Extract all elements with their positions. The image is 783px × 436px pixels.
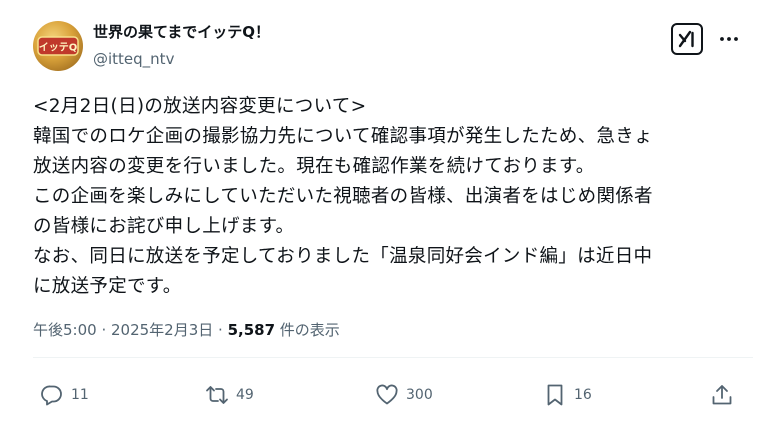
reply-count: 11	[71, 387, 89, 403]
heart-icon	[376, 384, 398, 405]
bookmark-count: 16	[574, 387, 592, 403]
post-time[interactable]: 午後5:00	[33, 321, 97, 339]
post-line: <2月2日(日)の放送内容変更について>	[33, 96, 367, 117]
grok-icon	[678, 30, 694, 48]
views-count[interactable]: 5,587	[228, 321, 275, 339]
reply-button[interactable]: 11	[40, 382, 89, 408]
retweet-icon	[206, 386, 228, 404]
reply-icon	[41, 385, 62, 406]
post-text: <2月2日(日)の放送内容変更について> 韓国でのロケ企画の撮影協力先について確…	[33, 92, 753, 302]
avatar[interactable]: イッテQ	[33, 21, 83, 71]
post-line: の皆様にお詫び申し上げます。	[33, 216, 295, 237]
like-button[interactable]: 300	[375, 382, 433, 408]
more-button[interactable]	[716, 27, 742, 51]
share-icon	[712, 385, 732, 405]
meta-separator: ·	[213, 321, 228, 339]
retweet-button[interactable]: 49	[205, 382, 254, 408]
post-line: 放送内容の変更を行いました。現在も確認作業を続けております。	[33, 156, 595, 177]
avatar-logo-text: イッテQ	[39, 42, 78, 54]
post-date[interactable]: 2025年2月3日	[111, 321, 213, 339]
views-label: 件の表示	[275, 321, 340, 339]
more-icon	[720, 37, 738, 41]
avatar-logo: イッテQ	[37, 36, 79, 56]
grok-button[interactable]	[671, 23, 703, 55]
post-line: 韓国でのロケ企画の撮影協力先について確認事項が発生したため、急きょ	[33, 126, 653, 147]
bookmark-icon	[547, 384, 563, 406]
post-line: なお、同日に放送を予定しておりました「温泉同好会インド編」は近日中	[33, 246, 653, 267]
post-line: この企画を楽しみにしていただいた視聴者の皆様、出演者をはじめ関係者	[33, 186, 653, 207]
divider	[33, 357, 753, 358]
display-name[interactable]: 世界の果てまでイッテQ！	[93, 22, 270, 42]
post-line: に放送予定です。	[33, 276, 182, 297]
bookmark-button[interactable]: 16	[543, 382, 592, 408]
retweet-count: 49	[236, 387, 254, 403]
like-count: 300	[406, 387, 433, 403]
meta-separator: ·	[96, 321, 111, 339]
share-button[interactable]	[710, 382, 734, 408]
post-meta: 午後5:00 · 2025年2月3日 · 5,587 件の表示	[33, 320, 340, 340]
account-handle[interactable]: @itteq_ntv	[93, 49, 174, 69]
